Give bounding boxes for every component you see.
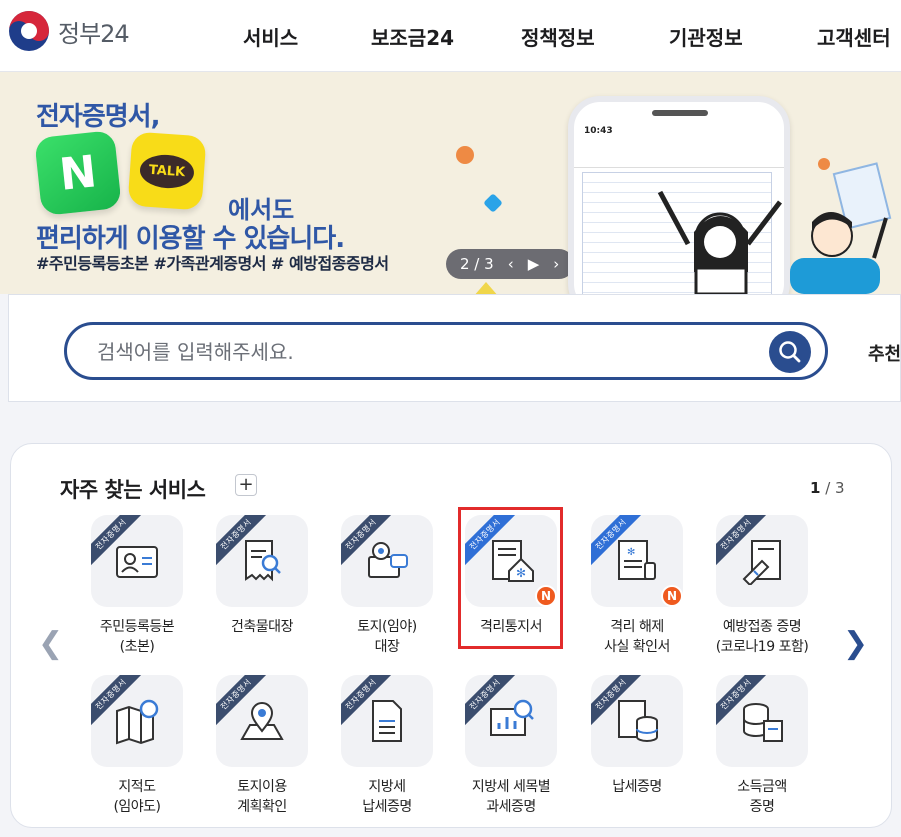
nav-subsidy24[interactable]: 보조금24 (371, 22, 454, 51)
service-tile: 전자증명서 (216, 675, 308, 767)
service-label: 건축물대장 (231, 619, 293, 635)
service-tile: 전자증명서 (216, 515, 308, 607)
pager-play-icon[interactable]: ▶ (528, 255, 540, 273)
services-next-arrow-icon[interactable]: ❯ (843, 626, 868, 661)
phone-speaker (652, 110, 708, 116)
service-label: 주민등록등본 (초본) (99, 619, 175, 655)
selected-service-highlight (458, 507, 563, 649)
service-label: 격리 해제 사실 확인서 (604, 619, 670, 655)
service-tile: 전자증명서 (716, 675, 808, 767)
banner-headline: 전자증명서, (36, 102, 160, 132)
pager-next-icon[interactable]: › (553, 255, 559, 273)
decor-triangle (460, 282, 512, 294)
coin-stack-document-icon (618, 700, 658, 742)
new-badge: N (661, 585, 683, 607)
services-prev-arrow-icon[interactable]: ❮ (38, 626, 63, 661)
nav-policy-info[interactable]: 정책정보 (521, 22, 595, 51)
service-income-certificate[interactable]: 전자증명서 소득금액 증명 (702, 675, 822, 817)
service-tile: 전자증명서 (591, 675, 683, 767)
pager-count: 2 / 3 (460, 255, 494, 273)
service-vaccination-certificate[interactable]: 전자증명서 예방접종 증명 (코로나19 포함) (702, 515, 822, 657)
nav-services[interactable]: 서비스 (243, 22, 298, 51)
service-label: 지방세 납세증명 (362, 779, 412, 815)
map-pin-icon (240, 702, 284, 740)
add-service-button[interactable]: + (235, 474, 257, 496)
service-tile: 전자증명서 (91, 515, 183, 607)
phone-status-time: 10:43 (584, 126, 613, 136)
services-page-indicator: 1 / 3 (810, 479, 845, 497)
woman-cheering-illustration (657, 190, 782, 294)
recommended-searches-label[interactable]: 추천 (868, 340, 901, 366)
search-button[interactable] (769, 331, 811, 373)
man-holding-document-illustration (790, 162, 892, 294)
id-card-icon (116, 546, 158, 578)
service-cadastral-map[interactable]: 전자증명서 지적도 (임야도) (77, 675, 197, 817)
service-land-use-plan[interactable]: 전자증명서 토지이용 계획확인 (202, 675, 322, 817)
pager-prev-icon[interactable]: ‹ (508, 255, 514, 273)
vaccine-syringe-icon (742, 540, 781, 585)
search-icon (779, 341, 801, 363)
main-nav: 서비스 보조금24 정책정보 기관정보 고객센터 (0, 0, 901, 72)
income-coins-icon (743, 703, 783, 742)
service-label: 지적도 (임야도) (113, 779, 161, 815)
kakaotalk-app-icon: TALK (127, 131, 207, 211)
quarantine-release-icon: ✻ (618, 540, 656, 580)
nav-customer-center[interactable]: 고객센터 (817, 22, 891, 51)
cadastral-map-icon (116, 699, 159, 745)
promo-banner[interactable]: 전자증명서, N TALK 에서도 편리하게 이용할 수 있습니다. #주민등록… (0, 72, 901, 294)
service-label: 지방세 세목별 과세증명 (471, 779, 551, 815)
decor-hexagon (483, 193, 503, 213)
search-box (64, 322, 828, 380)
svg-text:✻: ✻ (627, 547, 635, 558)
banner-pager: 2 / 3 ‹ ▶ › (446, 249, 574, 279)
service-local-tax-payment[interactable]: 전자증명서 지방세 납세증명 (327, 675, 447, 817)
service-label: 소득금액 증명 (737, 779, 787, 815)
service-tile: 전자증명서 (341, 675, 433, 767)
tax-document-icon (372, 700, 402, 742)
service-label: 토지(임야) 대장 (357, 619, 417, 655)
kakao-talk-label: TALK (138, 152, 196, 190)
service-resident-registration[interactable]: 전자증명서 주민등록등본 (초본) (77, 515, 197, 657)
banner-hashtags: #주민등록등초본 #가족관계증명서 # 예방접종증명서 (36, 254, 389, 273)
frequent-services-title: 자주 찾는 서비스 (60, 478, 206, 502)
service-label: 예방접종 증명 (코로나19 포함) (715, 619, 809, 655)
services-page-total: / 3 (820, 479, 845, 497)
document-search-icon (245, 540, 281, 582)
service-quarantine-release[interactable]: 전자증명서 ✻ N 격리 해제 사실 확인서 (577, 515, 697, 657)
service-tile: 전자증명서 (716, 515, 808, 607)
service-tax-payment-certificate[interactable]: 전자증명서 납세증명 (577, 675, 697, 797)
search-input[interactable] (97, 338, 747, 366)
service-tile: 전자증명서 (341, 515, 433, 607)
decor-dot (456, 146, 474, 164)
service-tile: 전자증명서 (465, 675, 557, 767)
chart-board-icon (490, 699, 534, 736)
service-label: 납세증명 (612, 779, 662, 795)
service-land-register[interactable]: 전자증명서 토지(임야) 대장 (327, 515, 447, 657)
services-page-current: 1 (810, 479, 821, 497)
naver-app-icon: N (34, 130, 122, 216)
nav-agency-info[interactable]: 기관정보 (669, 22, 743, 51)
service-local-tax-by-item[interactable]: 전자증명서 지방세 세목별 과세증명 (451, 675, 571, 817)
service-label: 토지이용 계획확인 (237, 779, 287, 815)
land-map-icon (368, 542, 408, 578)
service-tile: 전자증명서 (91, 675, 183, 767)
top-header: 정부24 서비스 보조금24 정책정보 기관정보 고객센터 (0, 0, 901, 72)
phone-toolbar (574, 146, 784, 168)
service-building-register[interactable]: 전자증명서 건축물대장 (202, 515, 322, 637)
